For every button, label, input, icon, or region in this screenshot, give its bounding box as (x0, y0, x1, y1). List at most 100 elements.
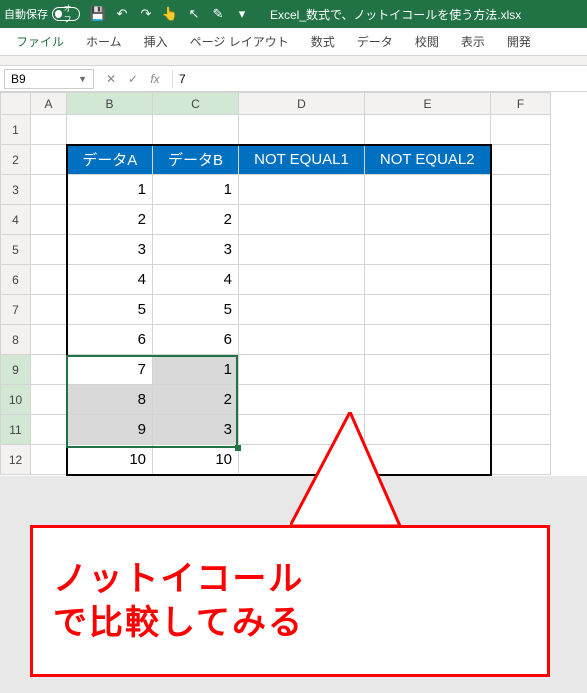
col-header-B[interactable]: B (67, 93, 153, 115)
row-header[interactable]: 11 (1, 415, 31, 445)
cell[interactable] (365, 235, 491, 265)
cell[interactable] (239, 265, 365, 295)
row-header[interactable]: 10 (1, 385, 31, 415)
cell[interactable]: 3 (153, 235, 239, 265)
cell[interactable] (31, 145, 67, 175)
tab-home[interactable]: ホーム (78, 29, 130, 54)
cell[interactable] (31, 355, 67, 385)
cell[interactable] (365, 355, 491, 385)
cell[interactable]: 4 (67, 265, 153, 295)
row-header[interactable]: 3 (1, 175, 31, 205)
cell[interactable] (31, 235, 67, 265)
col-header-F[interactable]: F (491, 93, 551, 115)
tab-file[interactable]: ファイル (8, 29, 72, 54)
cell[interactable] (365, 295, 491, 325)
cell[interactable] (239, 295, 365, 325)
cell[interactable] (31, 265, 67, 295)
cell[interactable]: 9 (67, 415, 153, 445)
save-icon[interactable]: 💾 (90, 6, 106, 22)
cell[interactable] (491, 385, 551, 415)
confirm-icon[interactable]: ✓ (124, 72, 142, 86)
fx-icon[interactable]: fx (146, 72, 164, 86)
cell[interactable]: 6 (153, 325, 239, 355)
cell[interactable]: 2 (67, 205, 153, 235)
row-header[interactable]: 2 (1, 145, 31, 175)
cell[interactable]: 10 (67, 445, 153, 475)
cell[interactable]: 1 (153, 175, 239, 205)
row-header[interactable]: 7 (1, 295, 31, 325)
undo-icon[interactable]: ↶ (114, 6, 130, 22)
ink-icon[interactable]: ✎ (210, 6, 226, 22)
row-header[interactable]: 6 (1, 265, 31, 295)
cell[interactable] (239, 175, 365, 205)
tab-page-layout[interactable]: ページ レイアウト (182, 29, 297, 54)
cell[interactable] (67, 115, 153, 145)
cell[interactable]: 5 (67, 295, 153, 325)
row-header[interactable]: 4 (1, 205, 31, 235)
row-header[interactable]: 1 (1, 115, 31, 145)
cell[interactable] (31, 115, 67, 145)
cell[interactable] (365, 385, 491, 415)
cell[interactable] (491, 205, 551, 235)
cell[interactable] (491, 325, 551, 355)
cell-active[interactable]: 7 (67, 355, 153, 385)
cell[interactable] (31, 445, 67, 475)
cancel-icon[interactable]: ✕ (102, 72, 120, 86)
cell[interactable]: 5 (153, 295, 239, 325)
col-header-E[interactable]: E (365, 93, 491, 115)
cell[interactable] (491, 265, 551, 295)
cell[interactable] (31, 415, 67, 445)
cell[interactable] (365, 265, 491, 295)
row-header[interactable]: 12 (1, 445, 31, 475)
select-all-corner[interactable] (1, 93, 31, 115)
autosave-toggle[interactable]: 自動保存 オフ (4, 6, 80, 22)
header-data-b[interactable]: データB (153, 145, 239, 175)
cell[interactable] (365, 205, 491, 235)
cell[interactable] (491, 175, 551, 205)
formula-bar[interactable]: 7 (172, 70, 587, 88)
cell[interactable]: 1 (153, 355, 239, 385)
cell[interactable] (31, 205, 67, 235)
tab-review[interactable]: 校閲 (407, 29, 447, 54)
cell[interactable] (239, 115, 365, 145)
cell[interactable]: 2 (153, 385, 239, 415)
tab-view[interactable]: 表示 (453, 29, 493, 54)
chevron-down-icon[interactable]: ▼ (78, 74, 87, 84)
header-not-equal-1[interactable]: NOT EQUAL1 (239, 145, 365, 175)
redo-icon[interactable]: ↷ (138, 6, 154, 22)
cell[interactable] (31, 385, 67, 415)
row-header[interactable]: 5 (1, 235, 31, 265)
cell[interactable] (491, 235, 551, 265)
cell[interactable] (365, 175, 491, 205)
cell[interactable] (153, 115, 239, 145)
cell[interactable] (31, 295, 67, 325)
cell[interactable] (491, 295, 551, 325)
cell[interactable]: 10 (153, 445, 239, 475)
more-icon[interactable]: ▾ (234, 6, 250, 22)
col-header-D[interactable]: D (239, 93, 365, 115)
tab-insert[interactable]: 挿入 (136, 29, 176, 54)
cell[interactable] (491, 145, 551, 175)
cell[interactable] (491, 415, 551, 445)
row-header[interactable]: 9 (1, 355, 31, 385)
tab-formulas[interactable]: 数式 (303, 29, 343, 54)
tab-developer[interactable]: 開発 (499, 29, 539, 54)
cell[interactable] (491, 445, 551, 475)
cell[interactable] (365, 325, 491, 355)
cell[interactable] (239, 355, 365, 385)
col-header-A[interactable]: A (31, 93, 67, 115)
cell[interactable] (491, 115, 551, 145)
cell[interactable] (31, 325, 67, 355)
touch-mode-icon[interactable]: 👆 (162, 6, 178, 22)
cell[interactable] (239, 205, 365, 235)
cell[interactable] (239, 385, 365, 415)
cell[interactable]: 3 (67, 235, 153, 265)
cell[interactable]: 4 (153, 265, 239, 295)
cell[interactable] (491, 355, 551, 385)
cell[interactable] (239, 325, 365, 355)
cell[interactable]: 8 (67, 385, 153, 415)
tab-data[interactable]: データ (349, 29, 401, 54)
autosave-state[interactable]: オフ (52, 7, 80, 21)
cell[interactable]: 3 (153, 415, 239, 445)
name-box[interactable]: B9 ▼ (4, 69, 94, 89)
